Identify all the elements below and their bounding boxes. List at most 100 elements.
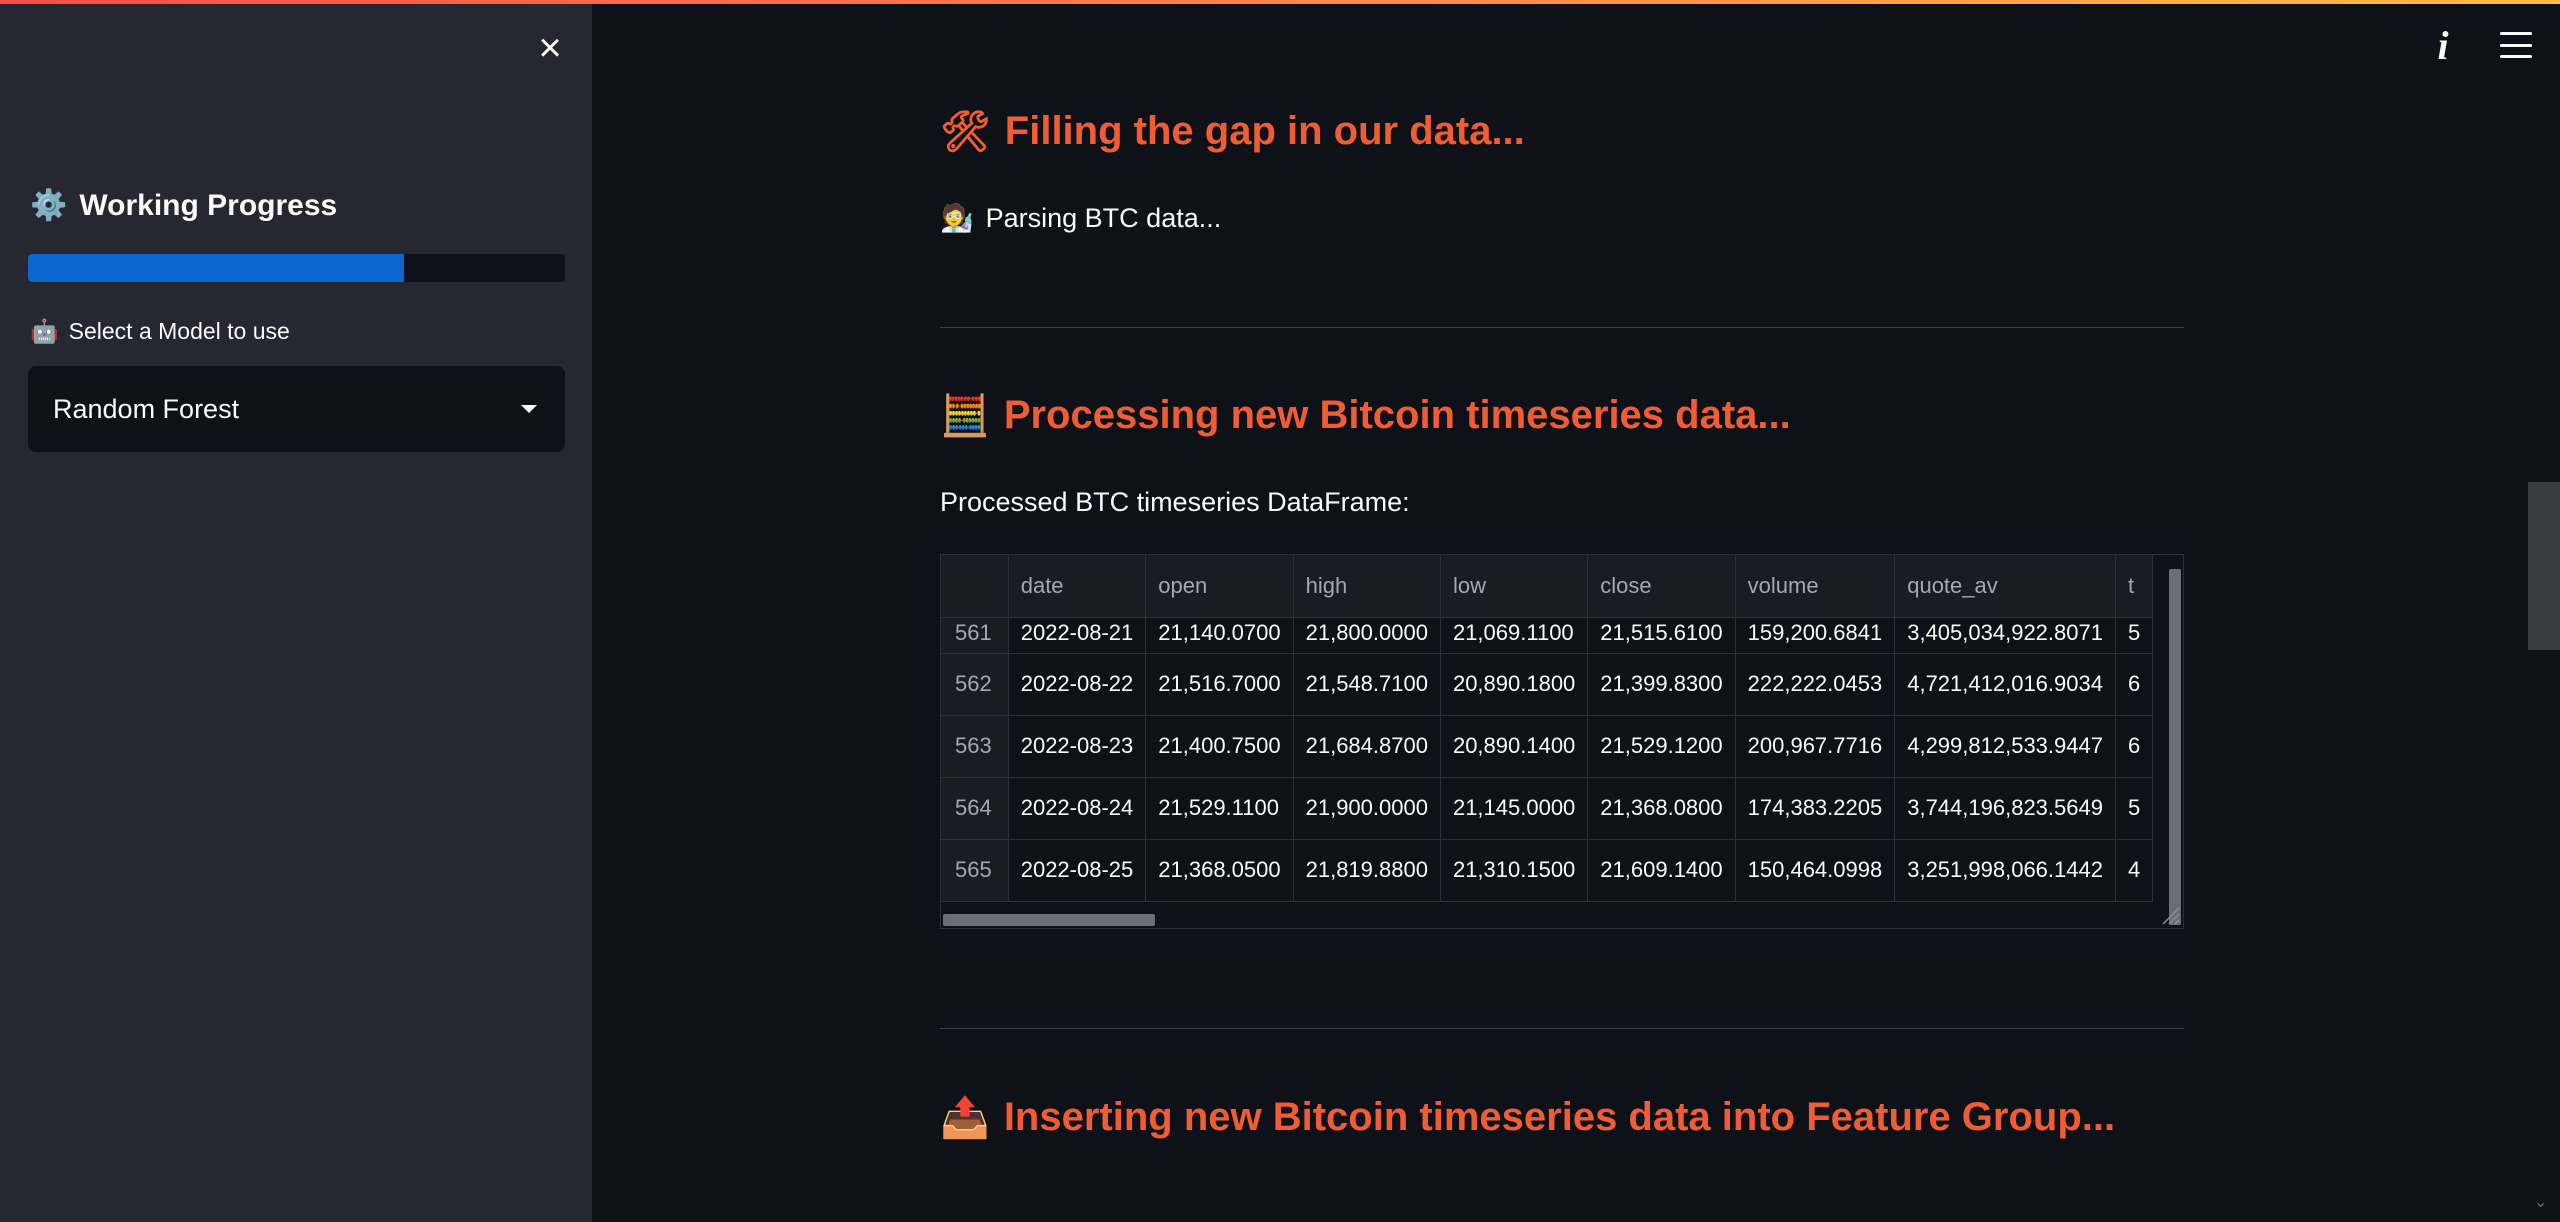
table-cell: 21,529.1100 [1145,777,1294,840]
table-cell: 21,516.7000 [1145,653,1294,716]
page-scrollbar-thumb[interactable] [2528,482,2560,650]
sidebar-title: ⚙️ Working Progress [30,188,337,223]
table-cell: 200,967.7716 [1735,715,1896,778]
model-select-value: Random Forest [53,393,240,424]
table-cell: 21,684.8700 [1293,715,1441,778]
section-heading-processing: 🧮 Processing new Bitcoin timeseries data… [940,392,1791,439]
table-cell: 21,548.7100 [1293,653,1441,716]
table-row-index: 562 [941,653,1009,716]
table-cell: 21,368.0500 [1145,839,1294,902]
table-column-header[interactable]: low [1440,555,1589,618]
table-cell: 5 [2115,617,2154,654]
table-cell: 21,140.0700 [1145,617,1294,654]
section-heading-text: Filling the gap in our data... [1004,109,1525,153]
divider [940,1028,2184,1029]
table-row-index: 563 [941,715,1009,778]
dataframe-caption: Processed BTC timeseries DataFrame: [940,487,1410,518]
section-heading-inserting: 📤 Inserting new Bitcoin timeseries data … [940,1094,2115,1141]
table-cell: 21,515.6100 [1587,617,1736,654]
status-text: Parsing BTC data... [985,202,1222,233]
model-select[interactable]: Random Forest [28,366,565,452]
scientist-icon: 🧑‍🔬 [940,203,974,234]
table-horizontal-scrollbar[interactable] [943,914,1155,926]
hamburger-menu-icon[interactable] [2500,32,2532,58]
table-cell: 6 [2115,653,2154,716]
dataframe-caption-text: Processed BTC timeseries DataFrame: [940,487,1410,517]
divider [940,327,2184,328]
section-heading-text: Inserting new Bitcoin timeseries data in… [1003,1095,2116,1139]
table-cell: 21,819.8800 [1293,839,1441,902]
table-cell: 21,310.1500 [1440,839,1589,902]
table-row-index: 565 [941,839,1009,902]
outbox-tray-icon: 📤 [940,1095,990,1141]
table-cell: 2022-08-25 [1008,839,1147,902]
table-row[interactable]: 565 2022-08-25 21,368.0500 21,819.8800 21,31… [941,839,2154,902]
table-cell: 159,200.6841 [1735,617,1896,654]
table-cell: 21,800.0000 [1293,617,1441,654]
table-column-header[interactable]: open [1145,555,1294,618]
table-row-index: 561 [941,617,1009,654]
section-heading-text: Processing new Bitcoin timeseries data..… [1003,393,1791,437]
progress-bar [28,254,565,282]
table-cell: 21,399.8300 [1587,653,1736,716]
progress-fill [28,254,404,282]
model-select-label-text: Select a Model to use [68,318,290,344]
table-cell: 4 [2115,839,2154,902]
robot-icon: 🤖 [30,319,59,345]
table-column-header[interactable]: quote_av [1894,555,2116,618]
table-row[interactable]: 561 2022-08-21 21,140.0700 21,800.0000 21,06… [941,617,2154,654]
model-select-label: 🤖 Select a Model to use [30,318,290,345]
table-cell: 222,222.0453 [1735,653,1896,716]
tools-icon: 🛠 [940,109,991,155]
table-index-header[interactable] [941,555,1009,618]
sidebar-title-text: Working Progress [79,188,338,222]
table-header-row: date open high low close volume quote_av t [941,555,2154,618]
table-row[interactable]: 563 2022-08-23 21,400.7500 21,684.8700 20,89… [941,715,2154,778]
table-cell: 2022-08-24 [1008,777,1147,840]
section-heading-filling-gap: 🛠 Filling the gap in our data... [940,108,1525,155]
table-column-header[interactable]: high [1293,555,1441,618]
table-row[interactable]: 562 2022-08-22 21,516.7000 21,548.7100 20,89… [941,653,2154,716]
table-cell: 21,368.0800 [1587,777,1736,840]
table-cell: 174,383.2205 [1735,777,1896,840]
table-cell: 6 [2115,715,2154,778]
table-cell: 4,721,412,016.9034 [1894,653,2116,716]
sidebar: × ⚙️ Working Progress 🤖 Select a Model t… [0,0,592,1222]
resize-handle-icon[interactable] [2159,904,2181,926]
close-icon[interactable]: × [538,28,561,68]
table-cell: 2022-08-23 [1008,715,1147,778]
table-cell: 20,890.1800 [1440,653,1589,716]
table-vertical-scrollbar[interactable] [2169,569,2181,925]
scroll-down-arrow-icon[interactable]: ⌄ [2534,1192,2552,1211]
table-cell: 2022-08-22 [1008,653,1147,716]
table-cell: 21,900.0000 [1293,777,1441,840]
table-column-header[interactable]: close [1587,555,1736,618]
gear-icon: ⚙️ [30,188,68,223]
info-icon[interactable]: i [2430,22,2456,68]
dataframe-table[interactable]: date open high low close volume quote_av t 561 2… [940,554,2184,929]
table-cell: 21,609.1400 [1587,839,1736,902]
table-row-index: 564 [941,777,1009,840]
table-cell: 5 [2115,777,2154,840]
table-cell: 150,464.0998 [1735,839,1896,902]
table-cell: 21,145.0000 [1440,777,1589,840]
table-column-header[interactable]: t [2115,555,2154,618]
table-cell: 3,251,998,066.1442 [1894,839,2116,902]
close-sidebar-button[interactable]: × [530,28,570,68]
table-cell: 3,405,034,922.8071 [1894,617,2116,654]
dataframe-grid: date open high low close volume quote_av t 561 2… [941,555,2154,902]
abacus-icon: 🧮 [940,393,990,439]
chevron-down-icon [521,405,537,413]
table-row[interactable]: 564 2022-08-24 21,529.1100 21,900.0000 21,14… [941,777,2154,840]
table-cell: 2022-08-21 [1008,617,1147,654]
table-column-header[interactable]: volume [1735,555,1896,618]
top-loading-bar [0,0,2560,4]
status-line: 🧑‍🔬 Parsing BTC data... [940,202,1222,235]
table-column-header[interactable]: date [1008,555,1147,618]
table-cell: 21,069.1100 [1440,617,1589,654]
table-cell: 21,529.1200 [1587,715,1736,778]
table-cell: 21,400.7500 [1145,715,1294,778]
table-cell: 20,890.1400 [1440,715,1589,778]
table-cell: 4,299,812,533.9447 [1894,715,2116,778]
table-cell: 3,744,196,823.5649 [1894,777,2116,840]
